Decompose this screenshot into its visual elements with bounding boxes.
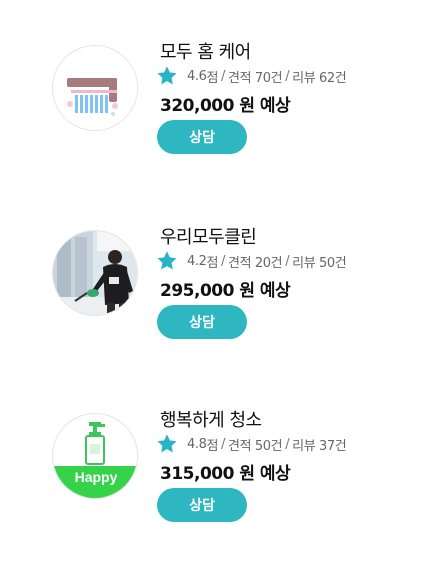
- rating-row: 4.8 점 / 견적 50건 / 리뷰 37건: [156, 432, 347, 456]
- estimate-count: 견적 20건: [228, 255, 283, 271]
- provider-avatar: [52, 45, 138, 131]
- consult-button[interactable]: 상담: [157, 488, 247, 522]
- faucet-cleaning-icon: [53, 46, 137, 130]
- separator: /: [285, 68, 290, 84]
- expected-price: 320,000 원 예상: [160, 96, 291, 116]
- review-count: 리뷰 62건: [292, 70, 347, 86]
- estimate-count: 견적 70건: [228, 70, 283, 86]
- rating-row: 4.2 점 / 견적 20건 / 리뷰 50건: [156, 249, 347, 273]
- rating-unit: 점: [206, 70, 219, 86]
- star-icon: [156, 65, 178, 87]
- separator: /: [221, 253, 226, 269]
- provider-name: 모두 홈 케어: [160, 42, 251, 63]
- review-count: 리뷰 50건: [292, 255, 347, 271]
- estimate-count: 견적 50건: [228, 438, 283, 454]
- provider-list: 모두 홈 케어 4.6 점 / 견적 70건 / 리뷰 62건 320,000 …: [0, 0, 437, 583]
- rating-value: 4.8: [187, 436, 207, 452]
- provider-card[interactable]: Happy 행복하게 청소 4.8 점 / 견적 50건 / 리뷰 37건 31…: [0, 398, 437, 548]
- review-count: 리뷰 37건: [292, 438, 347, 454]
- consult-button[interactable]: 상담: [157, 120, 247, 154]
- star-icon: [156, 250, 178, 272]
- expected-price: 295,000 원 예상: [160, 281, 291, 301]
- separator: /: [221, 68, 226, 84]
- happy-label: Happy: [53, 466, 137, 498]
- provider-name: 행복하게 청소: [160, 410, 262, 431]
- provider-avatar: Happy: [52, 413, 138, 499]
- rating-value: 4.6: [187, 68, 207, 84]
- rating-unit: 점: [206, 255, 219, 271]
- separator: /: [285, 436, 290, 452]
- star-icon: [156, 433, 178, 455]
- provider-card[interactable]: 우리모두클린 4.2 점 / 견적 20건 / 리뷰 50건 295,000 원…: [0, 215, 437, 365]
- cleaner-worker-photo: [53, 231, 137, 315]
- provider-name: 우리모두클린: [160, 227, 257, 248]
- separator: /: [221, 436, 226, 452]
- expected-price: 315,000 원 예상: [160, 464, 291, 484]
- rating-row: 4.6 점 / 견적 70건 / 리뷰 62건: [156, 64, 347, 88]
- separator: /: [285, 253, 290, 269]
- provider-avatar: [52, 230, 138, 316]
- rating-value: 4.2: [187, 253, 207, 269]
- provider-card[interactable]: 모두 홈 케어 4.6 점 / 견적 70건 / 리뷰 62건 320,000 …: [0, 30, 437, 180]
- consult-button[interactable]: 상담: [157, 305, 247, 339]
- rating-unit: 점: [206, 438, 219, 454]
